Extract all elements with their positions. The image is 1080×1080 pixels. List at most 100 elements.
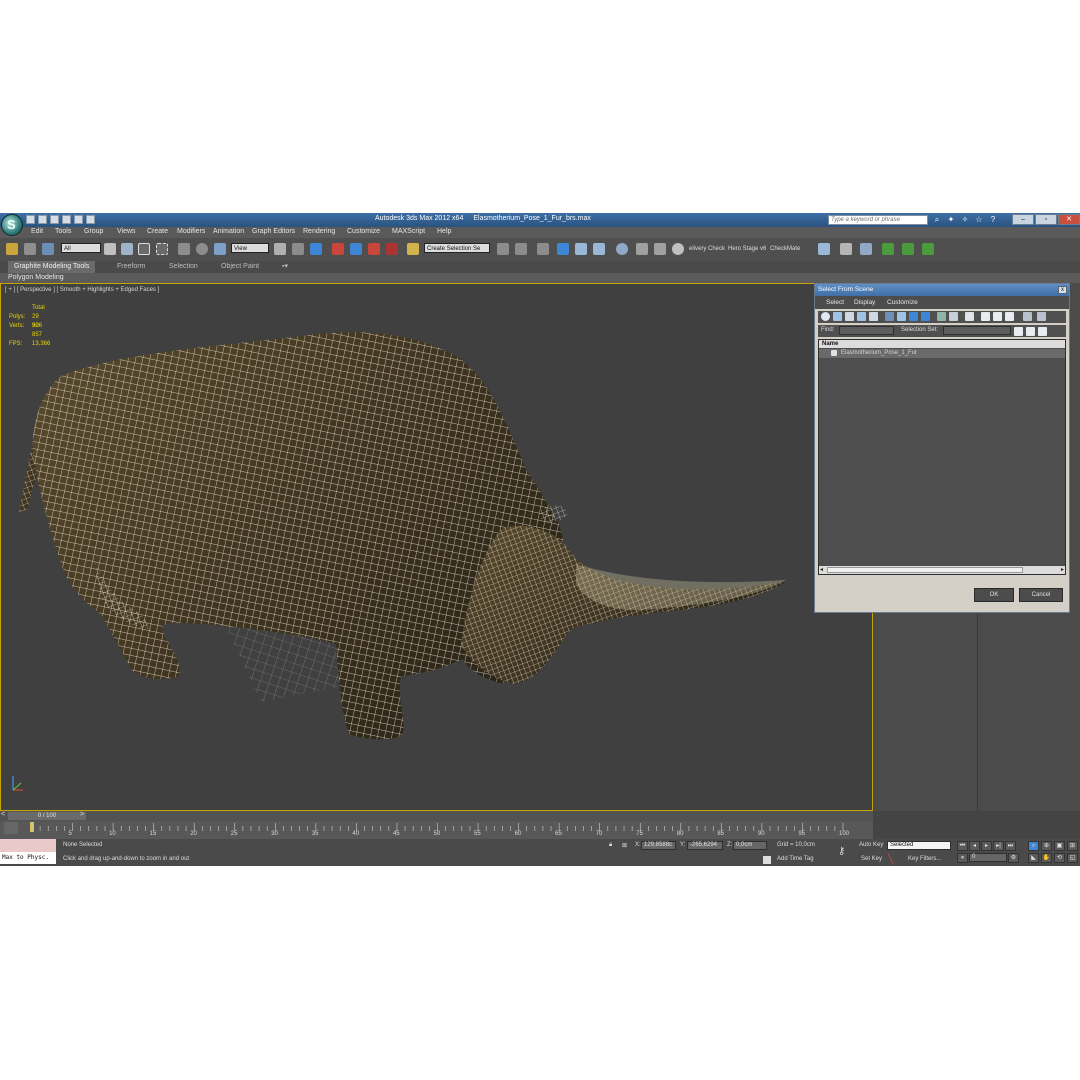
tab-freeform[interactable]: Freeform — [117, 261, 145, 273]
window-crossing-icon[interactable] — [156, 243, 168, 255]
zoom-extents-all-icon[interactable]: ⊞ — [1067, 841, 1078, 851]
help-icon[interactable]: ? — [988, 214, 998, 225]
unlink-icon[interactable] — [24, 243, 36, 255]
mini-curve-editor-icon[interactable] — [4, 822, 18, 834]
find-input[interactable] — [839, 326, 894, 335]
material-editor-icon[interactable] — [616, 243, 628, 255]
menu-customize[interactable]: Customize — [347, 228, 380, 235]
dialog-menu-select[interactable]: Select — [826, 299, 844, 306]
binoculars-icon[interactable]: ⌕ — [932, 214, 942, 225]
time-configuration-icon[interactable]: ⚙ — [1008, 853, 1019, 863]
y-coordinate-field[interactable]: -265,6294 — [687, 841, 723, 850]
selection-filter-select[interactable]: All — [61, 243, 101, 253]
angle-snap-icon[interactable] — [350, 243, 362, 255]
time-tag-icon[interactable] — [763, 856, 771, 864]
menu-tools[interactable]: Tools — [55, 228, 71, 235]
align-icon[interactable] — [515, 243, 527, 255]
graphite-toggle-icon[interactable] — [557, 243, 569, 255]
time-slider-thumb[interactable]: 0 / 100 — [8, 812, 86, 820]
scroll-left-icon[interactable]: ◂ — [820, 566, 823, 573]
menu-help[interactable]: Help — [437, 228, 451, 235]
layer-manager-icon[interactable] — [537, 243, 549, 255]
display-influences-icon[interactable] — [949, 312, 958, 321]
z-coordinate-field[interactable]: 0,0cm — [733, 841, 767, 850]
filter-geometry-icon[interactable] — [821, 312, 830, 321]
pivot-center-icon[interactable] — [274, 243, 286, 255]
filter-shapes-icon[interactable] — [833, 312, 842, 321]
plugin-tool-3-icon[interactable] — [860, 243, 872, 255]
mirror-icon[interactable] — [497, 243, 509, 255]
cancel-button[interactable]: Cancel — [1019, 588, 1063, 602]
restore-button[interactable]: ▫ — [1035, 214, 1057, 225]
set-key-button[interactable]: Set Key — [861, 856, 882, 862]
scale-icon[interactable] — [214, 243, 226, 255]
key-filters-button[interactable]: Key Filters... — [908, 856, 941, 862]
render-setup-icon[interactable] — [636, 243, 648, 255]
orbit-icon[interactable]: ⟲ — [1054, 853, 1065, 863]
keyboard-shortcut-override-icon[interactable] — [310, 243, 322, 255]
maximize-viewport-icon[interactable]: ◱ — [1067, 853, 1078, 863]
new-file-icon[interactable] — [26, 215, 35, 224]
menu-rendering[interactable]: Rendering — [303, 228, 335, 235]
go-to-start-icon[interactable]: ⏮ — [957, 841, 968, 851]
field-of-view-icon[interactable]: ◣ — [1028, 853, 1039, 863]
dialog-menu-customize[interactable]: Customize — [887, 299, 918, 306]
filter-xrefs-icon[interactable] — [909, 312, 918, 321]
scroll-thumb[interactable] — [827, 567, 1023, 573]
horizontal-scrollbar[interactable]: ◂ ▸ — [819, 566, 1065, 574]
play-icon[interactable]: ▸ — [981, 841, 992, 851]
plugin-tool-1-icon[interactable] — [818, 243, 830, 255]
menu-graph-editors[interactable]: Graph Editors — [252, 228, 295, 235]
perspective-viewport[interactable]: [ + ] [ Perspective ] [ Smooth + Highlig… — [0, 283, 873, 811]
filter-helpers-icon[interactable] — [869, 312, 878, 321]
communication-icon[interactable]: ✧ — [960, 214, 970, 225]
filter-bones-icon[interactable] — [921, 312, 930, 321]
pan-icon[interactable]: ✋ — [1041, 853, 1052, 863]
menu-modifiers[interactable]: Modifiers — [177, 228, 205, 235]
curve-editor-icon[interactable] — [575, 243, 587, 255]
maxscript-listener-output[interactable] — [0, 839, 56, 852]
track-bar[interactable]: 5 10 15 20 25 30 35 40 45 50 55 60 65 70 75 80 85 90 95 100 — [0, 821, 873, 839]
selection-set-edit-icon[interactable] — [1038, 327, 1047, 336]
menu-edit[interactable]: Edit — [31, 228, 43, 235]
filter-warps-icon[interactable] — [885, 312, 894, 321]
project-folder-icon[interactable] — [86, 215, 95, 224]
plugin-tool-2-icon[interactable] — [840, 243, 852, 255]
current-frame-field[interactable]: 0 — [969, 853, 1007, 862]
ok-button[interactable]: OK — [974, 588, 1014, 602]
star-icon[interactable]: ☆ — [974, 214, 984, 225]
selection-set-select[interactable] — [943, 326, 1011, 335]
select-invert-icon[interactable] — [993, 312, 1002, 321]
key-mode-select[interactable]: Selected — [887, 841, 951, 850]
undo-icon[interactable] — [62, 215, 71, 224]
column-header-name[interactable]: Name — [819, 340, 1065, 348]
scroll-right-icon[interactable]: ▸ — [1061, 566, 1064, 573]
menu-create[interactable]: Create — [147, 228, 168, 235]
rectangular-selection-icon[interactable] — [138, 243, 150, 255]
filter-cameras-icon[interactable] — [857, 312, 866, 321]
time-prev-icon[interactable]: < — [1, 811, 5, 818]
spinner-snap-icon[interactable] — [386, 243, 398, 255]
time-slider[interactable]: < 0 / 100 > — [0, 811, 873, 821]
set-key-slash-icon[interactable]: ╲ — [888, 854, 893, 865]
move-icon[interactable] — [178, 243, 190, 255]
selection-set-add-icon[interactable] — [1014, 327, 1023, 336]
filter-options-icon[interactable] — [1037, 312, 1046, 321]
ribbon-options-icon[interactable]: ▪▾ — [282, 261, 288, 273]
menu-views[interactable]: Views — [117, 228, 136, 235]
hero-stage-button[interactable]: Hero Stage v6 — [728, 246, 766, 252]
save-file-icon[interactable] — [50, 215, 59, 224]
filter-funnel-icon[interactable] — [1023, 312, 1032, 321]
lock-icon[interactable]: 🔒︎ — [609, 842, 612, 849]
plugin-tool-6-icon[interactable] — [922, 243, 934, 255]
zoom-icon[interactable]: ⌕ — [1028, 841, 1039, 851]
snaps-toggle-icon[interactable] — [332, 243, 344, 255]
tab-graphite-modeling-tools[interactable]: Graphite Modeling Tools — [8, 261, 96, 273]
menu-animation[interactable]: Animation — [213, 228, 244, 235]
zoom-extents-icon[interactable]: ▣ — [1054, 841, 1065, 851]
dialog-menu-display[interactable]: Display — [854, 299, 875, 306]
select-and-link-icon[interactable] — [6, 243, 18, 255]
previous-frame-icon[interactable]: ◂ — [969, 841, 980, 851]
zoom-all-icon[interactable]: ⊕ — [1041, 841, 1052, 851]
subscription-icon[interactable]: ✦ — [946, 214, 956, 225]
